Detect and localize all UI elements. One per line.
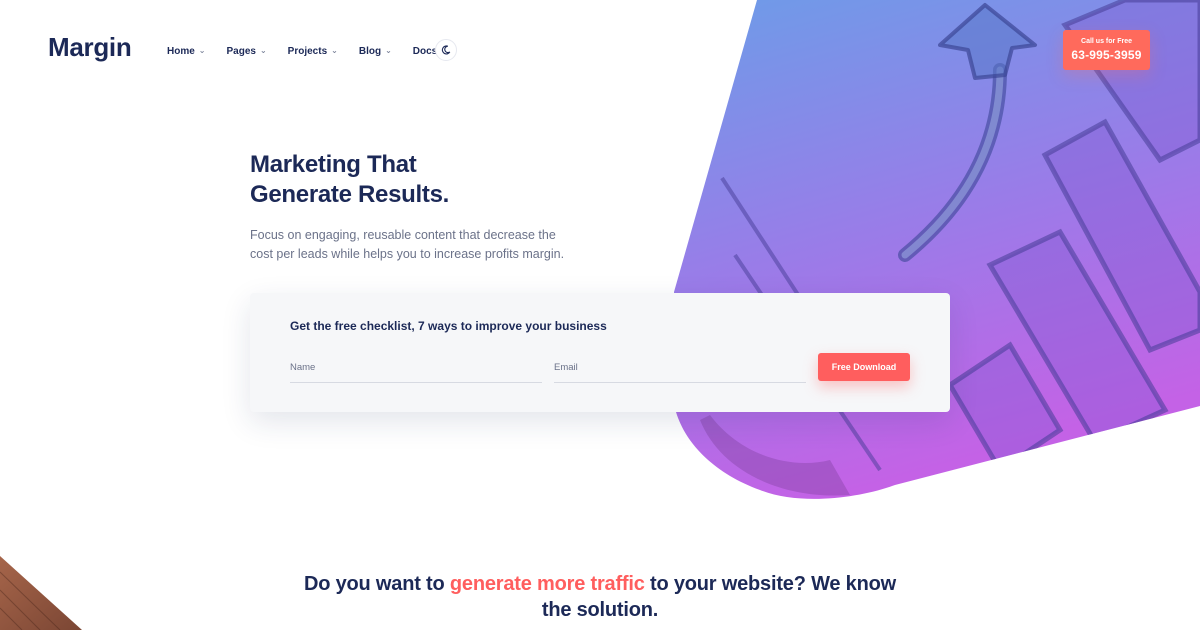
email-field <box>554 353 806 383</box>
nav-label: Projects <box>287 45 328 57</box>
nav-item-blog[interactable]: Blog ⌄ <box>359 44 392 58</box>
nav-label: Blog <box>358 45 382 57</box>
nav-item-pages[interactable]: Pages ⌄ <box>227 44 267 58</box>
growth-arrow-icon <box>898 3 1037 262</box>
chevron-down-icon: ⌄ <box>259 46 267 55</box>
chevron-down-icon: ⌄ <box>385 46 392 55</box>
nav-label: Docs <box>412 45 438 57</box>
call-us-button[interactable]: Call us for Free 63-995-3959 <box>1063 30 1150 70</box>
nav-item-projects[interactable]: Projects ⌄ <box>288 44 338 58</box>
call-us-label: Call us for Free <box>1081 38 1132 45</box>
hero-title-line1: Marketing That <box>250 151 417 178</box>
chevron-down-icon: ⌄ <box>331 46 338 55</box>
name-input[interactable] <box>290 353 542 381</box>
nav-item-home[interactable]: Home ⌄ <box>167 44 206 58</box>
name-field <box>290 353 542 383</box>
phone-number: 63-995-3959 <box>1071 48 1142 62</box>
theme-toggle-button[interactable] <box>435 39 457 61</box>
hero-subtitle: Focus on engaging, reusable content that… <box>250 228 565 261</box>
logo[interactable]: Margin <box>48 32 132 63</box>
bar-chart-icon <box>700 0 1200 496</box>
nav-item-docs[interactable]: Docs <box>413 44 437 58</box>
chevron-down-icon: ⌄ <box>198 46 206 55</box>
nav-label: Pages <box>226 45 256 57</box>
nav-label: Home <box>167 45 195 57</box>
free-download-button[interactable]: Free Download <box>818 353 910 381</box>
hero-title-line2: Generate Results. <box>250 181 449 208</box>
moon-icon <box>441 45 451 55</box>
heading-text: Do you want to <box>304 573 450 595</box>
email-input[interactable] <box>554 353 806 381</box>
form-title: Get the free checklist, 7 ways to improv… <box>290 319 607 333</box>
hero-title: Marketing That Generate Results. <box>250 150 610 210</box>
heading-accent: generate more traffic <box>449 573 645 595</box>
main-nav: Home ⌄ Pages ⌄ Projects ⌄ Blog ⌄ Docs <box>167 44 461 58</box>
checklist-form-card: Get the free checklist, 7 ways to improv… <box>250 293 950 412</box>
section-heading: Do you want to generate more traffic to … <box>300 571 900 623</box>
